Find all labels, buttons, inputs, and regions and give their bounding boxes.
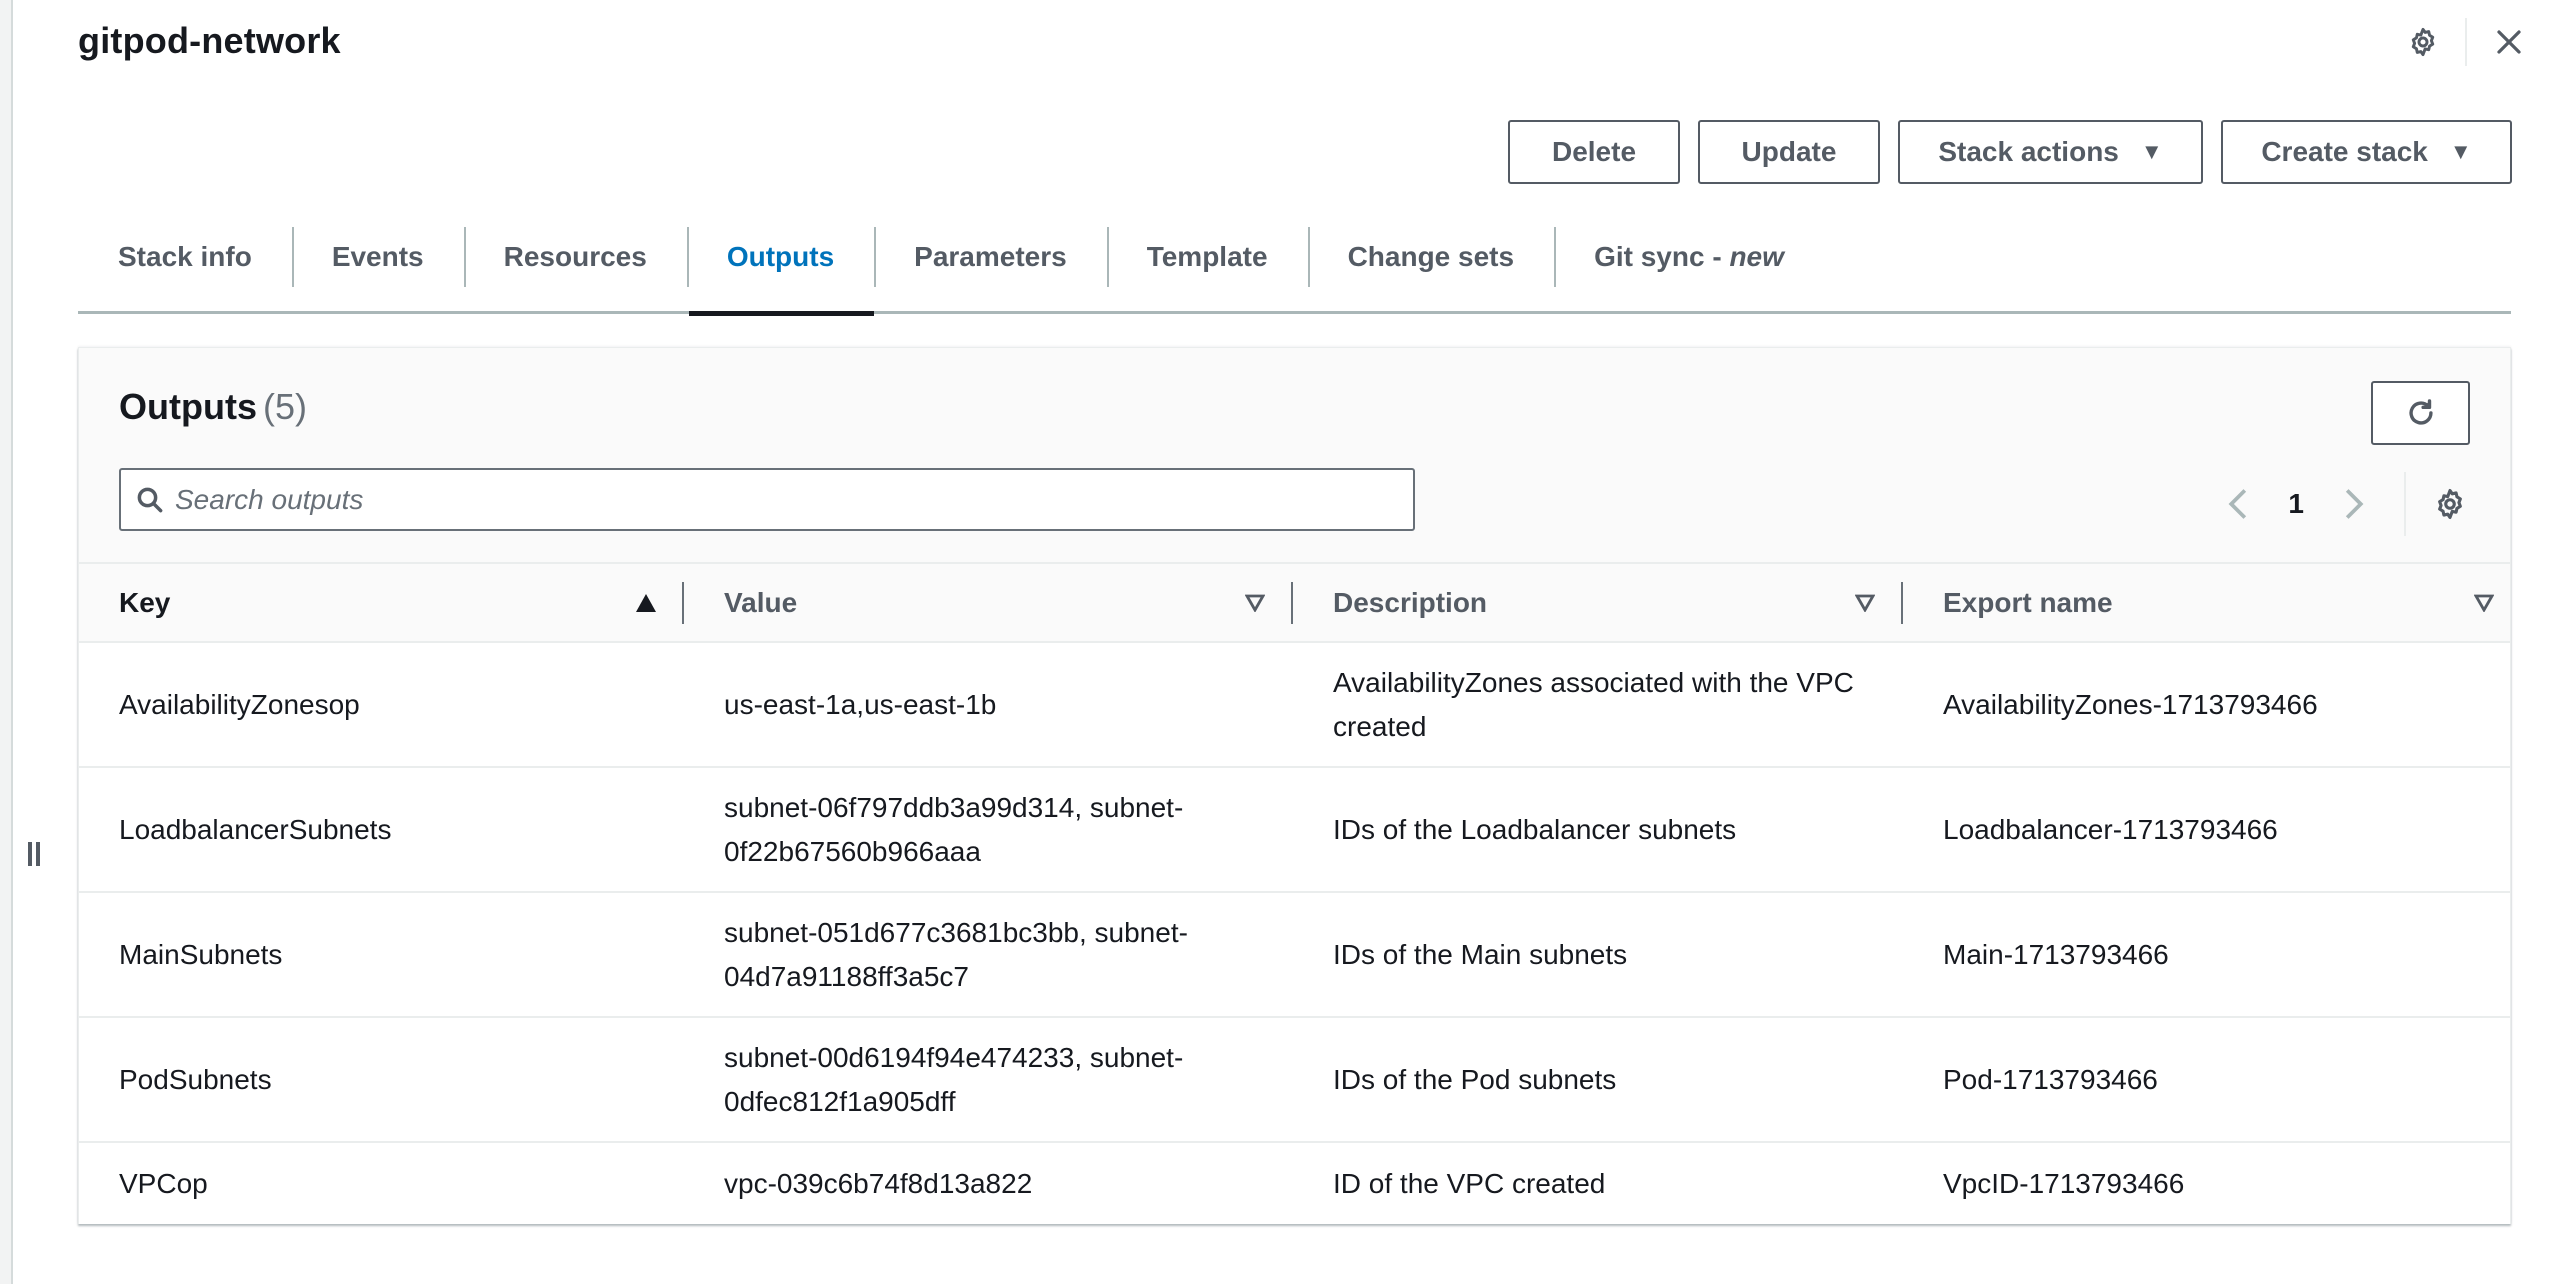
sort-icon[interactable] <box>1854 587 1876 619</box>
close-button[interactable] <box>2489 22 2529 62</box>
column-label: Value <box>724 586 798 618</box>
cell-value: subnet-06f797ddb3a99d314, subnet-0f22b67… <box>724 791 1184 867</box>
cell-value: subnet-00d6194f94e474233, subnet-0dfec81… <box>724 1041 1184 1117</box>
column-header-key[interactable]: Key <box>79 563 684 642</box>
column-header-description[interactable]: Description <box>1293 563 1903 642</box>
cell-description: IDs of the Loadbalancer subnets <box>1333 813 1737 845</box>
table-row: PodSubnets subnet-00d6194f94e474233, sub… <box>79 1017 2510 1142</box>
previous-page-button[interactable] <box>2218 484 2258 524</box>
sort-icon[interactable] <box>2473 587 2495 619</box>
gear-icon <box>2438 488 2462 520</box>
caret-down-icon: ▼ <box>2449 139 2472 164</box>
cell-key: AvailabilityZonesop <box>119 688 360 720</box>
panel-controls <box>2403 18 2529 66</box>
tab-bar: Stack info Events Resources Outputs Para… <box>78 225 2511 316</box>
tab-events[interactable]: Events <box>291 225 464 289</box>
sort-ascending-icon[interactable] <box>636 587 656 619</box>
stack-actions-bar: Delete Update Stack actions ▼ Create stac… <box>1508 120 2512 184</box>
stack-actions-dropdown[interactable]: Stack actions ▼ <box>1898 120 2203 184</box>
stack-actions-label: Stack actions <box>1938 136 2119 167</box>
table-row: VPCop vpc-039c6b74f8d13a822 ID of the VP… <box>79 1142 2510 1224</box>
table-preferences-button[interactable] <box>2430 484 2470 524</box>
cell-value: vpc-039c6b74f8d13a822 <box>724 1167 1033 1199</box>
left-panel-edge <box>0 0 13 1284</box>
tab-change-sets[interactable]: Change sets <box>1307 225 1555 289</box>
search-icon <box>137 487 163 512</box>
column-header-value[interactable]: Value <box>684 563 1293 642</box>
table-row: AvailabilityZonesop us-east-1a,us-east-1… <box>79 642 2510 767</box>
cell-key: VPCop <box>119 1167 208 1199</box>
chevron-right-icon <box>2345 489 2364 519</box>
cell-export-name: Main-1713793466 <box>1943 938 2169 970</box>
cell-key: LoadbalancerSubnets <box>119 813 392 845</box>
tab-template[interactable]: Template <box>1106 225 1308 289</box>
cell-description: IDs of the Main subnets <box>1333 938 1628 970</box>
page-number[interactable]: 1 <box>2288 488 2304 520</box>
settings-button[interactable] <box>2403 22 2443 62</box>
outputs-table: Key Value Description Export name Availa… <box>79 562 2510 1224</box>
outputs-title: Outputs (5) <box>119 386 307 428</box>
outputs-count: (5) <box>262 386 307 427</box>
cell-export-name: VpcID-1713793466 <box>1943 1167 2185 1199</box>
delete-label: Delete <box>1551 136 1637 167</box>
divider <box>2404 472 2406 536</box>
outputs-panel: Outputs(5) 1 <box>78 347 2511 1224</box>
search-outputs-field[interactable] <box>119 468 1415 531</box>
table-row: LoadbalancerSubnets subnet-06f797ddb3a99… <box>79 767 2510 892</box>
refresh-button[interactable] <box>2371 381 2470 445</box>
caret-down-icon: ▼ <box>2140 139 2163 164</box>
column-header-export-name[interactable]: Export name <box>1903 563 2510 642</box>
tab-parameters[interactable]: Parameters <box>874 225 1107 289</box>
tab-git-sync[interactable]: Git sync - new <box>1554 225 1824 289</box>
column-label: Description <box>1333 586 1488 618</box>
cell-export-name: Pod-1713793466 <box>1943 1063 2158 1095</box>
tab-stack-info[interactable]: Stack info <box>78 225 292 289</box>
search-input[interactable] <box>175 483 1375 516</box>
cell-export-name: Loadbalancer-1713793466 <box>1943 813 2278 845</box>
create-stack-label: Create stack <box>2261 136 2428 167</box>
page-title: gitpod-network <box>78 20 341 61</box>
table-header-row: Key Value Description Export name <box>79 563 2510 642</box>
column-label: Export name <box>1943 586 2113 618</box>
panel-resize-handle[interactable] <box>26 842 40 868</box>
next-page-button[interactable] <box>2334 484 2374 524</box>
table-row: MainSubnets subnet-051d677c3681bc3bb, su… <box>79 892 2510 1017</box>
close-icon <box>2497 30 2521 54</box>
cell-key: PodSubnets <box>119 1063 272 1095</box>
cell-description: ID of the VPC created <box>1333 1167 1606 1199</box>
update-button[interactable]: Update <box>1698 120 1880 184</box>
cell-export-name: AvailabilityZones-1713793466 <box>1943 688 2318 720</box>
gear-icon <box>2411 27 2435 57</box>
sort-icon[interactable] <box>1244 587 1266 619</box>
delete-button[interactable]: Delete <box>1508 120 1680 184</box>
cell-description: AvailabilityZones associated with the VP… <box>1333 666 1854 742</box>
column-label: Key <box>119 586 171 618</box>
create-stack-dropdown[interactable]: Create stack ▼ <box>2221 120 2512 184</box>
divider <box>2465 18 2467 66</box>
cell-key: MainSubnets <box>119 938 283 970</box>
cell-value: subnet-051d677c3681bc3bb, subnet-04d7a91… <box>724 916 1188 992</box>
outputs-header: Outputs(5) 1 <box>79 348 2510 562</box>
tab-resources[interactable]: Resources <box>463 225 687 289</box>
cell-description: IDs of the Pod subnets <box>1333 1063 1617 1095</box>
refresh-icon <box>2408 399 2433 425</box>
tab-git-sync-label: Git sync - <box>1594 241 1722 272</box>
chevron-left-icon <box>2228 489 2247 519</box>
new-badge: new <box>1729 241 1784 272</box>
pagination: 1 <box>2218 472 2470 536</box>
tab-outputs[interactable]: Outputs <box>686 225 875 316</box>
update-label: Update <box>1741 136 1837 167</box>
outputs-title-text: Outputs <box>119 386 257 427</box>
cell-value: us-east-1a,us-east-1b <box>724 688 997 720</box>
